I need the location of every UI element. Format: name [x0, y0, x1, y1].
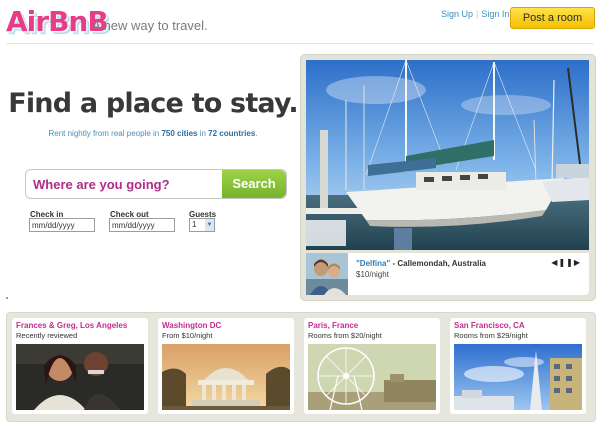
- ferris-wheel-photo: [308, 344, 436, 410]
- page-headline: Find a place to stay.: [8, 88, 298, 119]
- search-button[interactable]: Search: [222, 170, 286, 198]
- city-card-paris[interactable]: Paris, France Rooms from $20/night: [304, 318, 440, 414]
- city-card-subtitle: Recently reviewed: [16, 331, 78, 340]
- search-bar: Search: [25, 169, 287, 199]
- account-links: Sign Up | Sign In: [441, 9, 509, 19]
- guests-value: 1: [192, 220, 197, 229]
- host-photo-image: [306, 253, 348, 295]
- slideshow-controls: ◀❚❚▶: [551, 258, 581, 267]
- transamerica-pyramid-photo: [454, 344, 582, 410]
- listing-location: - Callemondah, Australia: [390, 259, 486, 268]
- jefferson-memorial-photo: [162, 344, 290, 410]
- couple-photo: [16, 344, 144, 410]
- featured-boat-photo[interactable]: [306, 60, 589, 250]
- listing-price: $10/night: [356, 270, 389, 279]
- listing-host-line: "Delfina" - Callemondah, Australia: [356, 259, 486, 268]
- stray-dot: [6, 297, 8, 299]
- pause-icon[interactable]: ❚❚: [558, 258, 573, 267]
- link-separator: |: [476, 9, 479, 19]
- sailboat-marina-image: [306, 60, 589, 250]
- host-name-link[interactable]: "Delfina": [356, 259, 390, 268]
- tagline: A new way to travel.: [92, 18, 208, 33]
- city-card-subtitle: From $10/night: [162, 331, 213, 340]
- city-card-title: Frances & Greg, Los Angeles: [16, 321, 128, 330]
- post-a-room-button[interactable]: Post a room: [510, 7, 595, 29]
- countries-count: 72 countries: [208, 129, 256, 138]
- check-out-date-input[interactable]: [109, 218, 175, 232]
- chevron-down-icon: ▼: [205, 219, 214, 231]
- next-icon[interactable]: ▶: [574, 258, 581, 267]
- check-in-date-input[interactable]: [29, 218, 95, 232]
- city-card-title: San Francisco, CA: [454, 321, 525, 330]
- destination-search-input[interactable]: [26, 170, 223, 198]
- host-thumbnail[interactable]: [306, 253, 348, 295]
- city-card-san-francisco[interactable]: San Francisco, CA Rooms from $29/night: [450, 318, 586, 414]
- sign-up-link[interactable]: Sign Up: [441, 9, 473, 19]
- featured-listing-info: "Delfina" - Callemondah, Australia $10/n…: [306, 253, 589, 295]
- hero-subline: Rent nightly from real people in 750 cit…: [48, 129, 258, 138]
- guests-select[interactable]: 1 ▼: [189, 218, 215, 232]
- city-card-title: Paris, France: [308, 321, 359, 330]
- city-card-subtitle: Rooms from $29/night: [454, 331, 528, 340]
- city-card-washington-dc[interactable]: Washington DC From $10/night: [158, 318, 294, 414]
- city-card-subtitle: Rooms from $20/night: [308, 331, 382, 340]
- cities-count: 750 cities: [161, 129, 198, 138]
- header-divider: [6, 43, 594, 44]
- city-card-los-angeles[interactable]: Frances & Greg, Los Angeles Recently rev…: [12, 318, 148, 414]
- sign-in-link[interactable]: Sign In: [481, 9, 509, 19]
- featured-listing-panel: "Delfina" - Callemondah, Australia $10/n…: [300, 54, 596, 301]
- city-card-title: Washington DC: [162, 321, 222, 330]
